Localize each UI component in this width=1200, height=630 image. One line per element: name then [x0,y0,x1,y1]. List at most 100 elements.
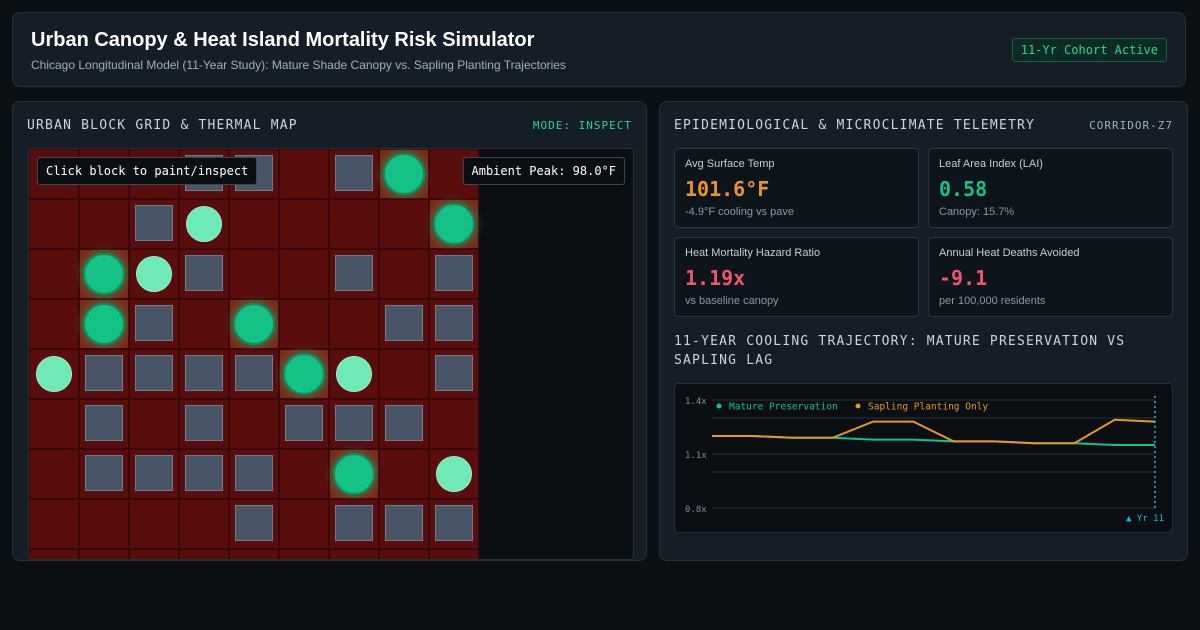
telemetry-title: EPIDEMIOLOGICAL & MICROCLIMATE TELEMETRY [674,118,1036,133]
grid-block[interactable] [179,399,229,449]
legend-label: Mature Preservation [729,402,838,413]
app-header: Urban Canopy & Heat Island Mortality Ris… [12,12,1186,87]
grid-block[interactable] [29,249,79,299]
grid-block[interactable] [329,249,379,299]
grid-block[interactable] [279,449,329,499]
legend-marker [855,403,861,409]
grid-block[interactable] [129,249,179,299]
grid-block[interactable] [279,549,329,559]
grid-block[interactable] [379,499,429,549]
grid-block[interactable] [79,549,129,559]
grid-block[interactable] [179,449,229,499]
trajectory-chart-svg: 1.4x 1.1x 0.8x Mature Preservation Sapling P… [685,396,1164,524]
grid-block[interactable] [229,299,279,349]
page-subtitle: Chicago Longitudinal Model (11-Year Stud… [31,58,566,72]
grid-block[interactable] [279,399,329,449]
grid-block[interactable] [179,299,229,349]
grid-block[interactable] [329,149,379,199]
stat-label: Heat Mortality Hazard Ratio [685,247,821,259]
grid-block[interactable] [129,399,179,449]
stat-value: 1.19x [685,266,746,290]
grid-block[interactable] [129,349,179,399]
grid-block[interactable] [129,199,179,249]
grid-block[interactable] [379,449,429,499]
grid-block[interactable] [279,499,329,549]
grid-block[interactable] [379,549,429,559]
building-block [385,505,423,541]
grid-block[interactable] [179,249,229,299]
grid-block[interactable] [129,299,179,349]
grid-block[interactable] [429,399,479,449]
grid-block[interactable] [379,249,429,299]
grid-block[interactable] [29,549,79,559]
grid-block[interactable] [79,349,129,399]
mature-tree [283,353,325,395]
grid-block[interactable] [129,549,179,559]
grid-block[interactable] [429,349,479,399]
grid-block[interactable] [29,499,79,549]
building-block [135,305,173,341]
grid-block[interactable] [79,399,129,449]
grid-block[interactable] [279,199,329,249]
grid-block[interactable] [329,549,379,559]
grid-block[interactable] [29,399,79,449]
cohort-status-badge: 11-Yr Cohort Active [1011,38,1167,62]
grid-block[interactable] [179,199,229,249]
grid-block[interactable] [329,199,379,249]
grid-block[interactable] [329,399,379,449]
grid-block[interactable] [79,199,129,249]
grid-block[interactable] [279,349,329,399]
grid-block[interactable] [229,199,279,249]
stat-value: 101.6°F [685,177,770,201]
building-block [135,355,173,391]
grid-block[interactable] [379,349,429,399]
building-block [435,505,473,541]
grid-block[interactable] [279,149,329,199]
grid-block[interactable] [229,499,279,549]
grid-block[interactable] [379,149,429,199]
grid-block[interactable] [229,549,279,559]
grid-block[interactable] [79,499,129,549]
grid-block[interactable] [29,349,79,399]
building-block [435,305,473,341]
grid-block[interactable] [429,549,479,559]
grid-block[interactable] [79,299,129,349]
thermal-map[interactable]: Click block to paint/inspect Ambient Pea… [28,148,634,560]
grid-block[interactable] [79,449,129,499]
grid-block[interactable] [79,249,129,299]
grid-block[interactable] [29,449,79,499]
grid-block[interactable] [279,299,329,349]
grid-block[interactable] [129,449,179,499]
grid-block[interactable] [379,199,429,249]
grid-block[interactable] [179,549,229,559]
sapling-tree [36,356,72,392]
grid-block[interactable] [329,449,379,499]
grid-block[interactable] [179,499,229,549]
trajectory-chart: 1.4x 1.1x 0.8x Mature Preservation Sapling P… [674,383,1173,533]
grid-block[interactable] [29,199,79,249]
stat-note: per 100,000 residents [939,295,1046,307]
grid-block[interactable] [429,249,479,299]
block-grid[interactable] [29,149,480,559]
mode-indicator[interactable]: MODE: INSPECT [533,119,632,132]
y-tick-label: 0.8x [685,505,707,515]
grid-block[interactable] [229,399,279,449]
grid-block[interactable] [379,299,429,349]
grid-block[interactable] [229,249,279,299]
grid-block[interactable] [229,449,279,499]
grid-block[interactable] [379,399,429,449]
grid-block[interactable] [429,199,479,249]
grid-block[interactable] [429,499,479,549]
grid-block[interactable] [329,349,379,399]
grid-block[interactable] [229,349,279,399]
grid-block[interactable] [29,299,79,349]
grid-block[interactable] [429,299,479,349]
building-block [135,205,173,241]
grid-block[interactable] [329,499,379,549]
paint-hint-tooltip: Click block to paint/inspect [37,157,258,185]
grid-block[interactable] [329,299,379,349]
grid-block[interactable] [429,449,479,499]
grid-block[interactable] [129,499,179,549]
grid-block[interactable] [179,349,229,399]
grid-block[interactable] [279,249,329,299]
